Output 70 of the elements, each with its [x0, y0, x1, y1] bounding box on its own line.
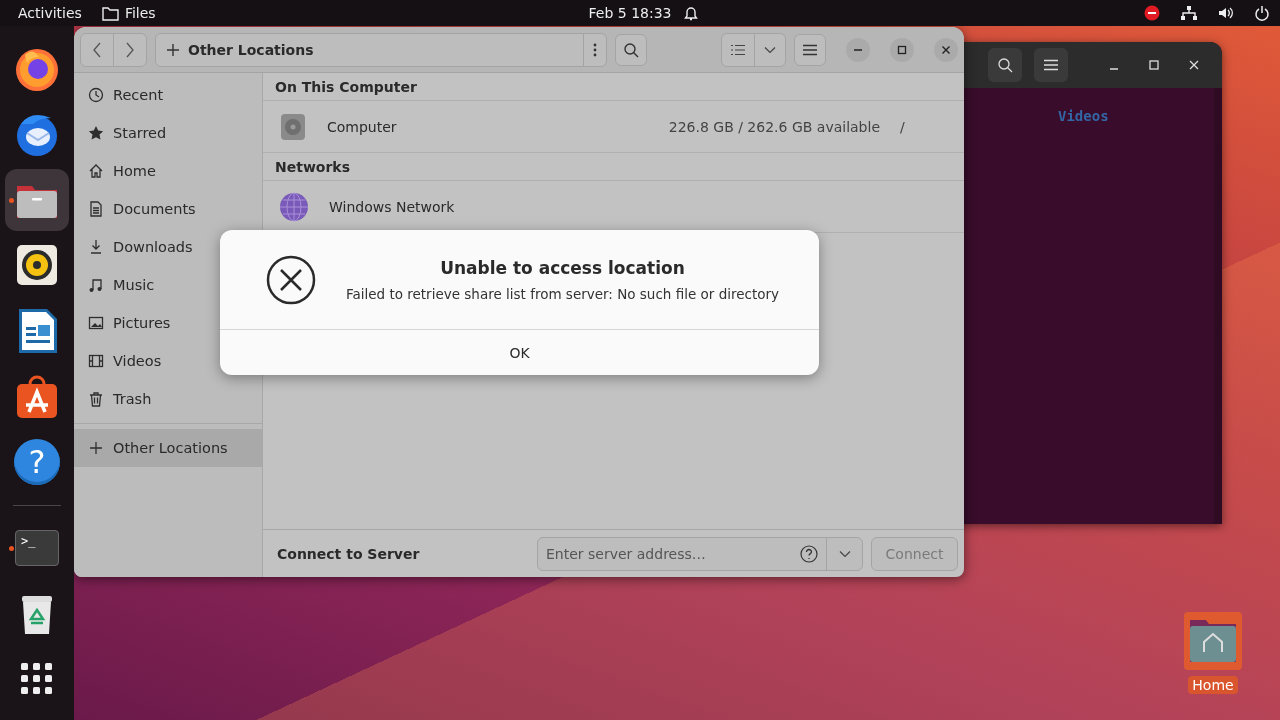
- dialog-message: Failed to retrieve share list from server: No such file or directory: [345, 285, 780, 302]
- search-button[interactable]: [615, 33, 647, 66]
- help-icon[interactable]: [800, 544, 818, 563]
- minimize-icon: [854, 48, 862, 51]
- server-address-field[interactable]: Enter server address…: [538, 545, 800, 562]
- dialog-title: Unable to access location: [440, 257, 685, 278]
- location-button[interactable]: Other Locations: [156, 33, 324, 66]
- location-name[interactable]: Computer: [327, 118, 649, 135]
- music-note-icon: [88, 277, 104, 293]
- maximize-button[interactable]: [890, 37, 914, 62]
- search-button[interactable]: [988, 48, 1022, 82]
- section-header: Networks: [263, 153, 964, 181]
- network-icon[interactable]: [1180, 5, 1198, 21]
- sidebar-item[interactable]: Other Locations: [74, 429, 262, 467]
- desktop-icon-label[interactable]: Home: [1188, 676, 1238, 694]
- storage-info: 226.8 GB / 262.6 GB available: [668, 118, 880, 135]
- app-menu[interactable]: Files: [124, 5, 156, 21]
- do-not-disturb-icon[interactable]: [1144, 5, 1160, 21]
- bell-icon: [683, 5, 700, 21]
- search-icon: [997, 57, 1013, 73]
- minimize-button[interactable]: [846, 37, 870, 62]
- sidebar-item[interactable]: Downloads: [74, 228, 262, 266]
- minimize-icon: [1110, 68, 1118, 70]
- menu-icon: [803, 43, 817, 56]
- star-icon: [88, 125, 104, 141]
- help-icon[interactable]: ?: [14, 438, 60, 485]
- plus-icon: [166, 42, 180, 57]
- close-button[interactable]: [934, 37, 958, 62]
- globe-icon: [279, 191, 309, 222]
- plus-icon: [88, 440, 104, 456]
- maximize-icon: [1148, 59, 1160, 71]
- maximize-icon: [896, 43, 908, 56]
- chevron-down-icon: [838, 549, 851, 558]
- activities-button[interactable]: Activities: [18, 5, 82, 21]
- sidebar-item[interactable]: Trash: [74, 380, 262, 418]
- menu-button[interactable]: [1034, 48, 1068, 82]
- sidebar-item[interactable]: Music: [74, 266, 262, 304]
- chevron-down-icon: [764, 45, 776, 54]
- film-icon: [88, 353, 104, 369]
- terminal-output: Videos: [1058, 108, 1109, 124]
- home-folder-icon[interactable]: [1182, 610, 1244, 672]
- clock[interactable]: Feb 5 18:33: [588, 5, 672, 21]
- connect-label: Connect to Server: [277, 545, 421, 562]
- drive-icon: [279, 112, 307, 141]
- close-icon: [940, 43, 952, 56]
- terminal-icon[interactable]: >_: [15, 530, 59, 567]
- error-icon: [266, 254, 316, 305]
- folder-icon: [101, 5, 119, 21]
- clock-icon: [88, 87, 104, 103]
- location-name[interactable]: Windows Network: [329, 198, 950, 215]
- document-icon: [88, 201, 104, 217]
- home-icon: [88, 163, 104, 179]
- sidebar-item[interactable]: Recent: [74, 76, 262, 114]
- mount-path: /: [900, 118, 906, 135]
- list-icon: [731, 43, 745, 56]
- section-header: On This Computer: [263, 73, 964, 101]
- sidebar-item[interactable]: Starred: [74, 114, 262, 152]
- server-address-combo[interactable]: Enter server address…: [537, 536, 863, 571]
- kebab-menu-icon: [593, 42, 597, 57]
- sidebar-item[interactable]: Home: [74, 152, 262, 190]
- download-icon: [88, 239, 104, 255]
- trash-icon: [88, 391, 104, 407]
- menu-button[interactable]: [794, 33, 826, 66]
- search-icon: [623, 41, 639, 58]
- image-icon: [88, 315, 104, 331]
- sidebar-item[interactable]: Documents: [74, 190, 262, 228]
- close-icon: [1188, 59, 1200, 71]
- menu-icon: [1044, 59, 1058, 71]
- power-icon[interactable]: [1254, 5, 1270, 21]
- volume-icon[interactable]: [1218, 5, 1234, 21]
